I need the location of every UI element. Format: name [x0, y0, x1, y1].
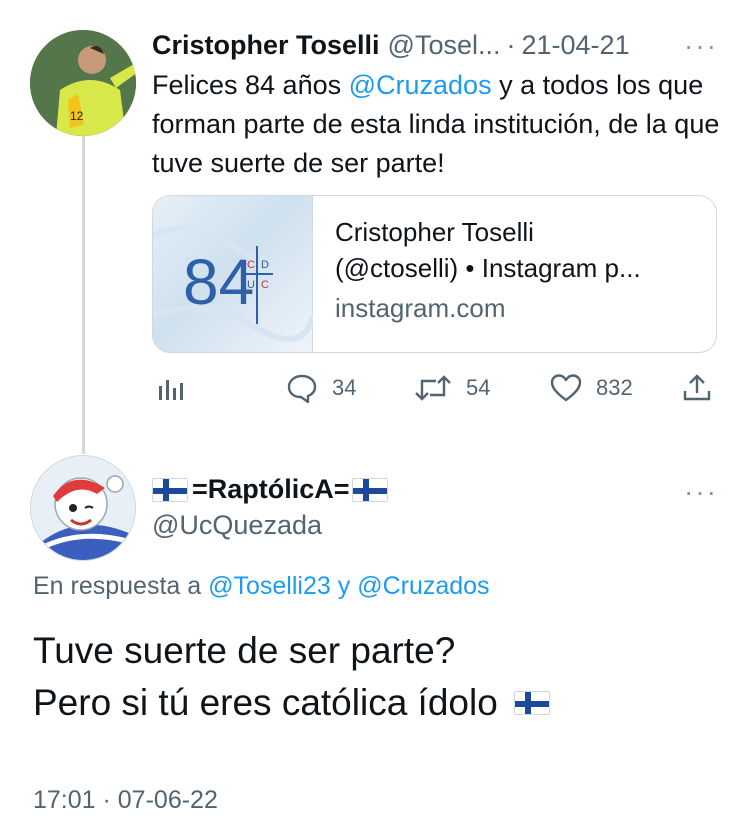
tweet2-text-line1: Tuve suerte de ser parte?: [33, 630, 456, 671]
tweet2-author-name[interactable]: =RaptólicA=: [152, 474, 388, 505]
card-thumb-letter: D: [261, 259, 269, 271]
more-icon[interactable]: ···: [684, 476, 718, 508]
svg-text:12: 12: [70, 109, 84, 123]
like-icon: [550, 374, 582, 402]
author-name[interactable]: Cristopher Toselli: [152, 30, 380, 61]
analytics-button[interactable]: [156, 367, 184, 409]
mention-link-cruzados[interactable]: @Cruzados: [349, 70, 492, 100]
reply-context: En respuesta a @Toselli23 y @Cruzados: [33, 572, 490, 601]
finland-flag-icon: [351, 477, 388, 502]
reply-icon: [287, 374, 317, 403]
share-icon: [683, 374, 711, 401]
reply-prefix: En respuesta a: [33, 572, 209, 600]
card-thumb-number: 84: [183, 246, 254, 318]
tweet1-action-bar: 34 54 832: [152, 367, 717, 409]
reply-button[interactable]: 34: [286, 367, 356, 409]
author-name: =RaptólicA=: [192, 474, 350, 504]
card-domain: instagram.com: [335, 293, 506, 323]
separator-dot: ·: [506, 29, 516, 60]
thread-connector-line: [82, 136, 85, 454]
tweet1-text: Felices 84 años @Cruzados y a todos los …: [152, 66, 722, 183]
retweet-count: 54: [466, 375, 491, 400]
like-button[interactable]: 832: [550, 367, 633, 409]
reply-conjunction: y: [330, 572, 358, 600]
card-title-line2: (@ctoselli) • Instagram p...: [335, 253, 641, 283]
tweet2-timestamp[interactable]: 17:01 · 07-06-22: [33, 786, 218, 815]
tweet-date[interactable]: 21-04-21: [522, 30, 630, 61]
card-thumb-letter: C: [261, 279, 269, 291]
tweet2-text-line2-row: Pero si tú eres católica ídolo: [33, 677, 550, 729]
finland-flag-icon: [152, 477, 188, 502]
mention-link-toselli23[interactable]: @Toselli23: [208, 572, 331, 600]
card-thumb-letter: U: [247, 279, 255, 291]
analytics-icon: [159, 380, 183, 400]
share-button[interactable]: [682, 367, 712, 409]
tweet-text-part: Felices 84 años: [152, 70, 349, 100]
tweet1-header: Cristopher Toselli @Tosel... · 21-04-21: [152, 28, 630, 62]
card-thumb-letter: C: [247, 259, 255, 271]
finland-flag-icon: [513, 691, 550, 715]
more-icon[interactable]: ···: [684, 30, 718, 62]
retweet-button[interactable]: 54: [414, 367, 490, 409]
card-title-line1: Cristopher Toselli: [335, 217, 534, 247]
card-body: Cristopher Toselli (@ctoselli) • Instagr…: [313, 196, 716, 352]
mention-link-cruzados[interactable]: @Cruzados: [357, 572, 489, 600]
retweet-icon: [415, 375, 451, 401]
like-count: 832: [596, 375, 633, 400]
reply-count: 34: [332, 375, 357, 400]
avatar-ucquezada[interactable]: [30, 455, 136, 561]
avatar-cristopher-toselli[interactable]: 12: [30, 30, 136, 136]
tweet2-text: Tuve suerte de ser parte? Pero si tú ere…: [33, 625, 550, 729]
tweet2-author-handle[interactable]: @UcQuezada: [152, 510, 322, 541]
tweet2-text-line2: Pero si tú eres católica ídolo: [33, 682, 498, 723]
card-thumbnail: 84 C D U C: [153, 196, 313, 352]
link-preview-card[interactable]: 84 C D U C Cristopher Toselli (@ctoselli…: [152, 195, 717, 353]
author-handle[interactable]: @Tosel...: [388, 30, 501, 61]
